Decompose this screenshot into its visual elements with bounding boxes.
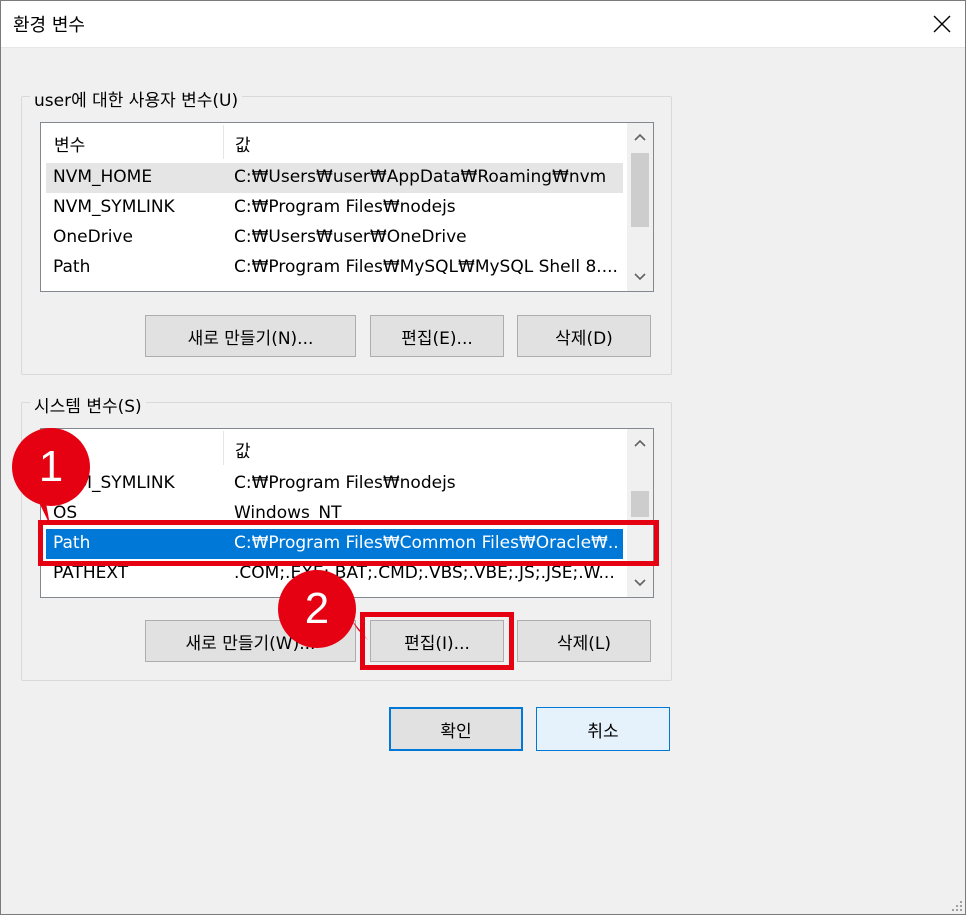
system-variables-list[interactable]: 변수 값 NVM_SYMLINK C:₩Program Files₩nodejs…: [40, 428, 654, 598]
user-edit-button[interactable]: 편집(E)...: [370, 315, 504, 357]
list-header: 변수 값: [41, 123, 626, 159]
chevron-down-icon: [634, 273, 646, 281]
vertical-scrollbar[interactable]: [627, 429, 653, 597]
list-header: 변수 값: [41, 429, 626, 465]
table-row-selected[interactable]: Path C:₩Program Files₩Common Files₩Oracl…: [46, 529, 623, 559]
variable-value: C:₩Users₩user₩AppData₩Roaming₩nvm: [234, 167, 607, 187]
variable-name: NVM_SYMLINK: [53, 197, 175, 217]
close-icon: [933, 15, 951, 33]
variable-name: OS: [53, 503, 78, 523]
ok-button[interactable]: 확인: [389, 707, 523, 751]
cancel-button[interactable]: 취소: [536, 707, 670, 751]
variable-name: OneDrive: [53, 227, 133, 247]
scroll-thumb[interactable]: [631, 491, 649, 517]
variable-name: Path: [53, 533, 91, 553]
chevron-up-icon: [634, 133, 646, 141]
chevron-up-icon: [634, 439, 646, 447]
user-variables-list[interactable]: 변수 값 NVM_HOME C:₩Users₩user₩AppData₩Roam…: [40, 122, 654, 292]
window-title: 환경 변수: [13, 15, 85, 36]
system-variables-label: 시스템 변수(S): [30, 392, 146, 417]
variable-name: Path: [53, 257, 91, 277]
close-button[interactable]: [918, 0, 966, 48]
scroll-down-button[interactable]: [627, 571, 653, 595]
column-header-value[interactable]: 값: [235, 437, 251, 462]
column-header-value[interactable]: 값: [235, 131, 251, 156]
vertical-scrollbar[interactable]: [627, 123, 653, 291]
column-divider: [223, 125, 224, 159]
scroll-up-button[interactable]: [627, 431, 653, 455]
variable-value: C:₩Program Files₩nodejs: [234, 197, 456, 217]
resize-grip-icon[interactable]: [949, 898, 963, 912]
system-delete-button[interactable]: 삭제(L): [517, 620, 651, 662]
variable-value: C:₩Program Files₩nodejs: [234, 473, 456, 493]
variable-value: C:₩Program Files₩Common Files₩Oracle₩...: [234, 533, 619, 553]
variable-value: C:₩Program Files₩MySQL₩MySQL Shell 8....: [234, 257, 618, 277]
table-row[interactable]: OS Windows_NT: [46, 499, 623, 529]
scroll-up-button[interactable]: [627, 125, 653, 149]
variable-value: Windows_NT: [234, 503, 342, 523]
user-new-button[interactable]: 새로 만들기(N)...: [145, 315, 356, 357]
column-header-name[interactable]: 변수: [54, 131, 85, 156]
chevron-down-icon: [634, 579, 646, 587]
table-row[interactable]: Path C:₩Program Files₩MySQL₩MySQL Shell …: [46, 253, 623, 283]
variable-name: NVM_HOME: [53, 167, 153, 187]
table-row[interactable]: NVM_HOME C:₩Users₩user₩AppData₩Roaming₩n…: [46, 163, 623, 193]
table-row[interactable]: NVM_SYMLINK C:₩Program Files₩nodejs: [46, 469, 623, 499]
user-delete-button[interactable]: 삭제(D): [517, 315, 651, 357]
scroll-thumb[interactable]: [631, 153, 649, 227]
user-variables-label: user에 대한 사용자 변수(U): [30, 86, 243, 111]
table-row[interactable]: NVM_SYMLINK C:₩Program Files₩nodejs: [46, 193, 623, 223]
variable-name: PATHEXT: [53, 563, 129, 583]
scroll-down-button[interactable]: [627, 265, 653, 289]
step-1-badge: 1: [12, 428, 90, 506]
column-divider: [223, 431, 224, 465]
variable-value: C:₩Users₩user₩OneDrive: [234, 227, 467, 247]
table-row[interactable]: OneDrive C:₩Users₩user₩OneDrive: [46, 223, 623, 253]
step-2-badge: 2: [278, 570, 356, 648]
system-edit-button[interactable]: 편집(I)...: [370, 620, 504, 662]
title-bar: 환경 변수: [0, 0, 966, 48]
